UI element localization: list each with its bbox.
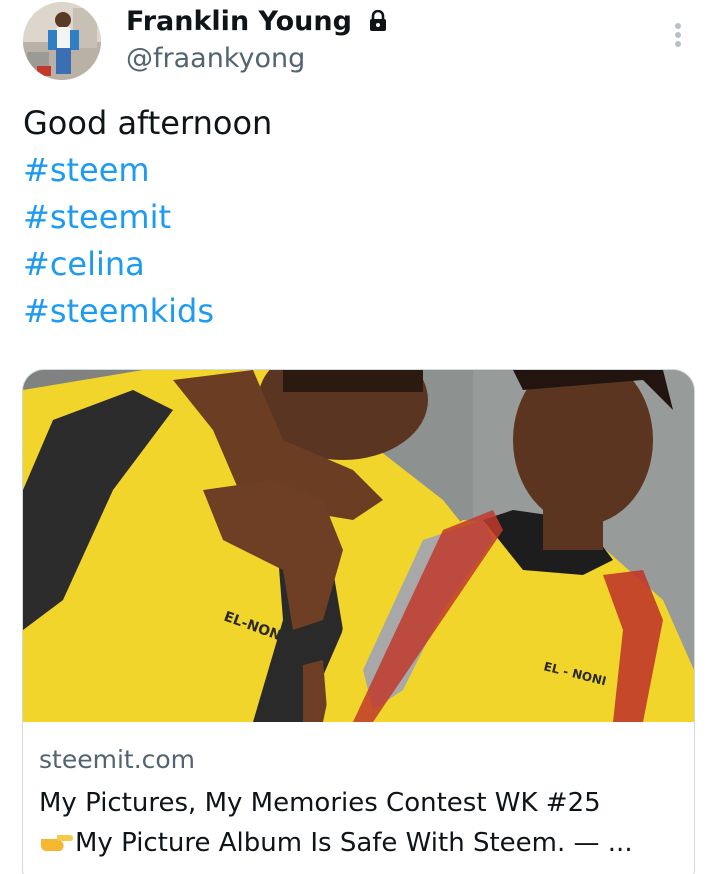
- hashtag-steemit[interactable]: #steemit: [23, 194, 272, 241]
- author-name-text[interactable]: Franklin Young: [126, 6, 352, 37]
- author-handle[interactable]: @fraankyong: [126, 41, 305, 77]
- hashtag-steem[interactable]: #steem: [23, 147, 272, 194]
- more-vertical-icon[interactable]: [666, 18, 690, 52]
- card-title: My Pictures, My Memories Contest WK #25 …: [39, 783, 689, 863]
- author-name[interactable]: Franklin Young: [126, 4, 387, 40]
- pointing-right-icon: [41, 835, 73, 851]
- avatar[interactable]: [23, 2, 101, 80]
- card-domain: steemit.com: [39, 745, 196, 774]
- card-title-line2: My Picture Album Is Safe With Steem. — .…: [75, 828, 633, 858]
- tweet: Franklin Young @fraankyong Good afternoo…: [0, 0, 718, 874]
- tweet-greeting: Good afternoon: [23, 104, 273, 142]
- hashtag-celina[interactable]: #celina: [23, 241, 272, 288]
- link-card[interactable]: EL-NONI EL - NONI steemit.com My Picture…: [22, 369, 695, 874]
- hashtag-steemkids[interactable]: #steemkids: [23, 288, 272, 335]
- profile-photo: [23, 2, 101, 80]
- tweet-text: Good afternoon #steem #steemit #celina #…: [23, 100, 272, 335]
- lock-icon: [370, 10, 387, 31]
- card-title-line2-wrap: My Picture Album Is Safe With Steem. — .…: [39, 823, 689, 863]
- card-photo[interactable]: EL-NONI EL - NONI: [23, 370, 694, 722]
- card-title-line1: My Pictures, My Memories Contest WK #25: [39, 788, 601, 818]
